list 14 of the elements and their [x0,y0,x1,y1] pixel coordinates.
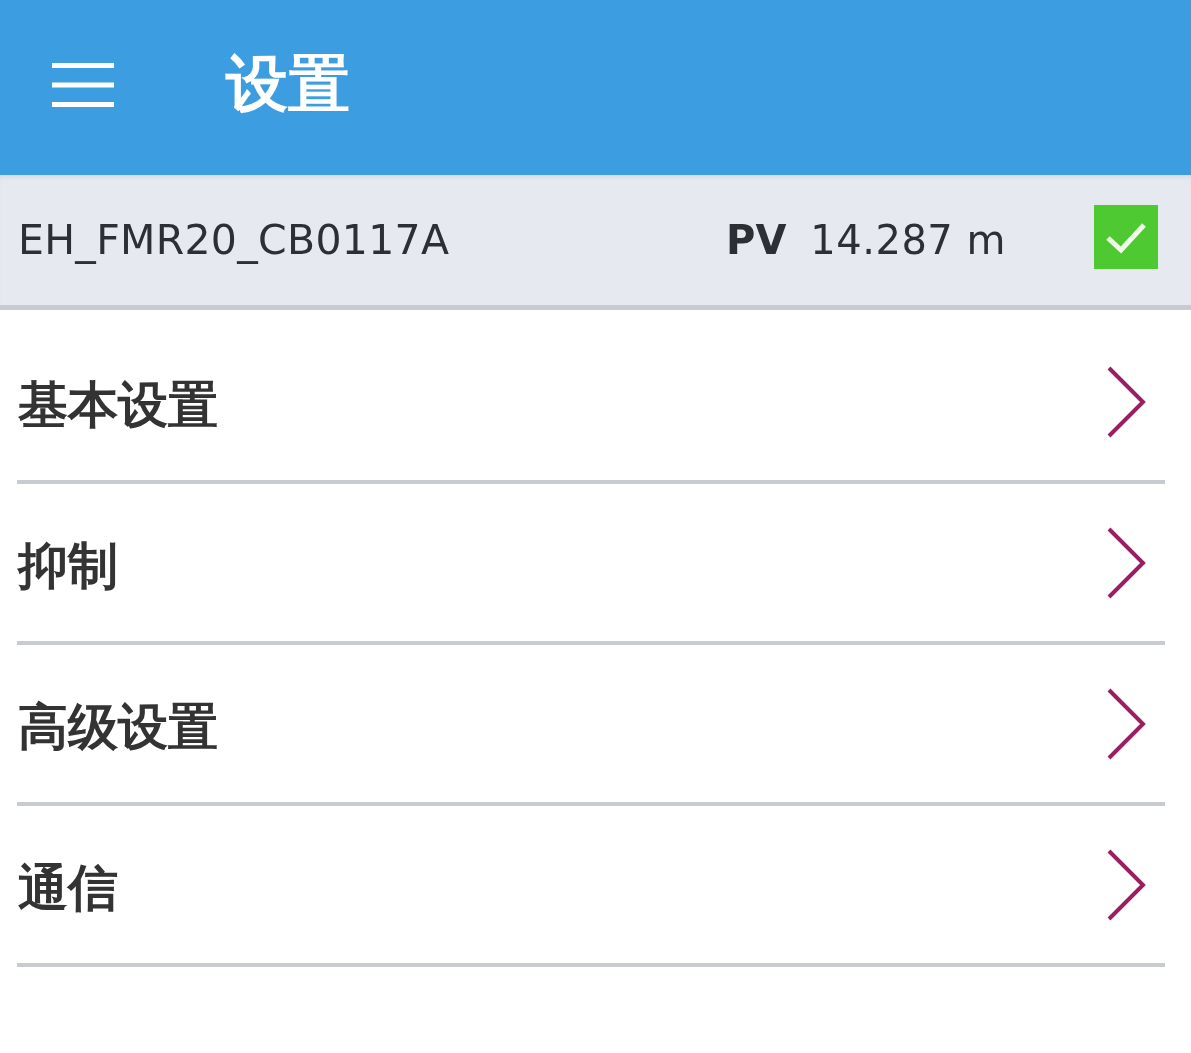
menu-button[interactable] [52,62,114,107]
menu-item[interactable]: 基本设置 [17,323,1165,480]
chevron-right-icon [1106,687,1146,760]
screen-title: 设置 [226,47,350,122]
menu-item[interactable]: 通信 [17,806,1165,963]
chevron-right-icon [1106,848,1146,921]
menu-item[interactable]: 高级设置 [17,645,1165,802]
pv-value: 14.287 m [810,217,1006,263]
menu-item[interactable]: 抑制 [17,484,1165,641]
chevron-right-icon [1106,526,1146,599]
menu-icon [52,62,114,107]
chevron-right-icon [1106,365,1146,438]
device-name: EH_FMR20_CB0117A [18,216,451,264]
pv-label: PV [726,217,787,263]
